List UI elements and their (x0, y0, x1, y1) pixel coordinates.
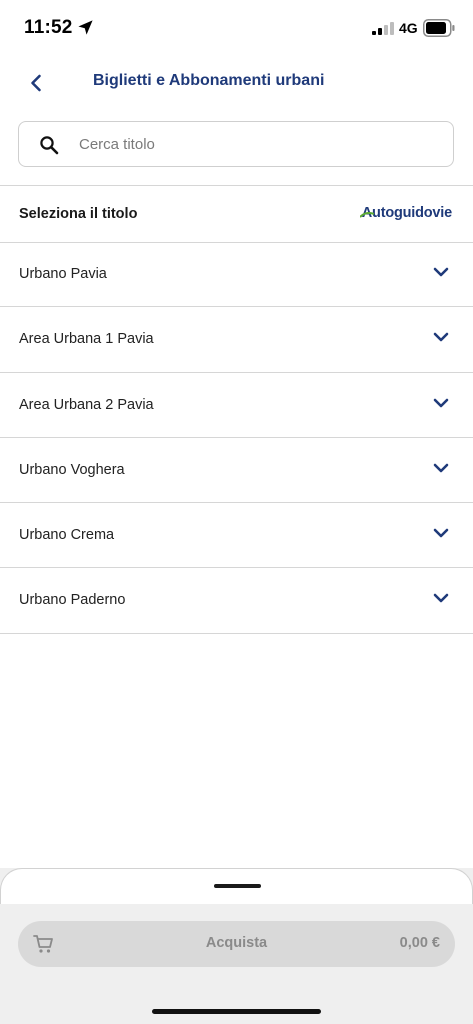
chevron-down-icon (433, 594, 449, 603)
search-box[interactable] (18, 121, 454, 167)
chevron-down-icon (433, 398, 449, 407)
screen: 11:52 4G Biglietti e Abbonamenti urbani (0, 0, 473, 1024)
divider (0, 185, 473, 186)
sheet-header (0, 868, 473, 904)
list-item-area-urbana-1-pavia[interactable]: Area Urbana 1 Pavia (0, 307, 473, 373)
list-item-area-urbana-2-pavia[interactable]: Area Urbana 2 Pavia (0, 373, 473, 438)
search-input[interactable] (79, 122, 439, 166)
chevron-left-icon (31, 74, 41, 92)
section-title: Seleziona il titolo (19, 206, 138, 222)
sheet-drag-handle[interactable] (214, 884, 261, 888)
ticket-list: Urbano Pavia Area Urbana 1 Pavia Area Ur… (0, 242, 473, 634)
list-item-urbano-crema[interactable]: Urbano Crema (0, 503, 473, 569)
status-time: 11:52 (24, 17, 73, 38)
buy-button[interactable]: Acquista 0,00 € (18, 921, 455, 967)
chevron-down-icon (433, 332, 449, 342)
battery-icon (423, 19, 455, 37)
network-label: 4G (399, 20, 418, 36)
page-title: Biglietti e Abbonamenti urbani (93, 72, 325, 89)
list-item-urbano-voghera[interactable]: Urbano Voghera (0, 438, 473, 504)
list-item-urbano-pavia[interactable]: Urbano Pavia (0, 242, 473, 308)
home-indicator (152, 1009, 321, 1014)
list-item-label: Urbano Voghera (19, 461, 125, 478)
list-item-urbano-paderno[interactable]: Urbano Paderno (0, 568, 473, 634)
list-item-label: Urbano Pavia (19, 266, 107, 282)
list-item-label: Area Urbana 1 Pavia (19, 331, 154, 348)
search-icon (40, 136, 59, 155)
status-bar: 11:52 4G (0, 0, 473, 56)
logo-swoosh-icon (359, 212, 374, 218)
location-arrow-icon (78, 20, 93, 35)
list-item-label: Area Urbana 2 Pavia (19, 396, 154, 413)
brand-name: Autoguidovie (361, 205, 452, 221)
chevron-down-icon (433, 463, 449, 473)
header: Biglietti e Abbonamenti urbani (0, 56, 473, 108)
list-item-label: Urbano Paderno (19, 592, 126, 609)
buy-button-label: Acquista (205, 935, 268, 951)
chevron-down-icon (433, 267, 449, 277)
list-item-label: Urbano Crema (19, 527, 115, 544)
chevron-down-icon (433, 528, 449, 538)
total-amount: 0,00 € (399, 935, 440, 951)
cart-sheet: Acquista 0,00 € (0, 868, 473, 1024)
brand-logo: Autoguidovie (359, 205, 452, 221)
back-button[interactable] (22, 69, 50, 97)
signal-icon (372, 22, 394, 35)
